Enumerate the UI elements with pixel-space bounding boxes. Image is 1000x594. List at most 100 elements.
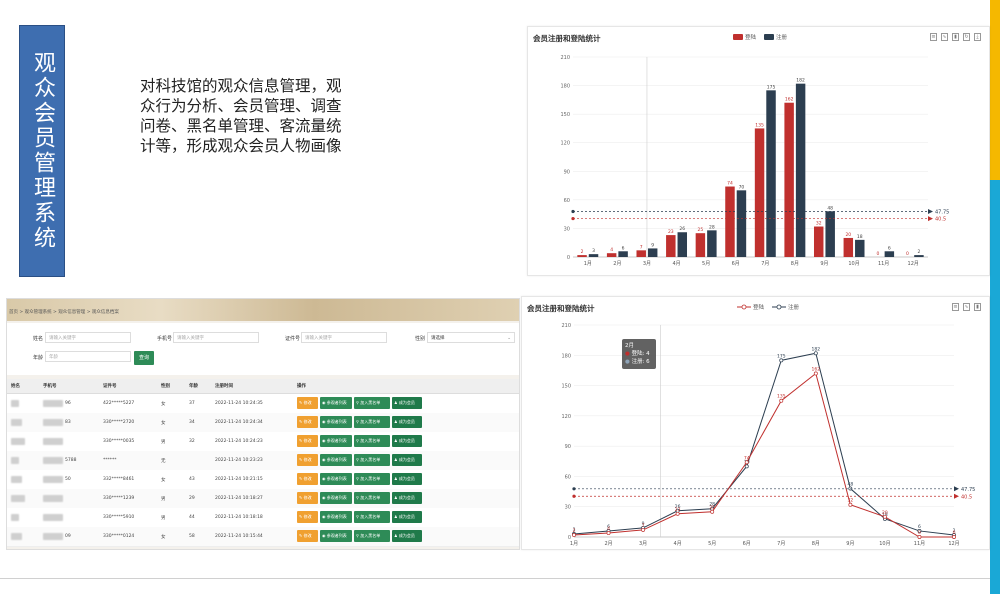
make-member-button[interactable]: ♟ 成为会员 <box>392 492 422 504</box>
cell-id: 332*****8461 <box>103 477 135 482</box>
system-description: 对科技馆的观众信息管理，观众行为分析、会员管理、调查问卷、黑名单管理、客流量统计… <box>140 77 342 155</box>
y-tick-label: 90 <box>565 444 571 450</box>
tooltip-login-text: 登陆: 4 <box>631 351 650 357</box>
visitor-list-button[interactable]: ◉ 参观者列表 <box>320 492 352 504</box>
blacklist-button[interactable]: ⚲ 加入黑名单 <box>354 530 390 542</box>
bar <box>636 250 646 257</box>
bar-value-label: 0 <box>876 251 879 257</box>
table-row: 330*****5910 男 44 2022-11-24 10:18:18 ✎ 修改 ◉ … <box>7 508 519 528</box>
visitor-list-button[interactable]: ◉ 参观者列表 <box>320 454 352 466</box>
edit-button[interactable]: ✎ 修改 <box>297 435 318 447</box>
visitor-list-button[interactable]: ◉ 参观者列表 <box>320 530 352 542</box>
cell-age: 32 <box>189 439 195 444</box>
tooltip-register-dot: ● <box>625 359 630 365</box>
blacklist-button[interactable]: ⚲ 加入黑名单 <box>354 397 390 409</box>
cell-phone-tail: 96 <box>65 401 71 406</box>
point-value-label: 182 <box>812 346 821 352</box>
bar-value-label: 3 <box>592 248 595 254</box>
y-tick-label: 30 <box>564 226 570 232</box>
bar-value-label: 162 <box>785 97 794 103</box>
tooltip-login-dot: ● <box>625 351 630 357</box>
tooltip-login: ● 登陆: 4 <box>625 350 653 358</box>
edit-button[interactable]: ✎ 修改 <box>297 511 318 523</box>
point-value-label: 0 <box>953 530 956 536</box>
visitor-list-button[interactable]: ◉ 参观者列表 <box>320 435 352 447</box>
edit-button[interactable]: ✎ 修改 <box>297 492 318 504</box>
point-value-label: 20 <box>882 510 888 516</box>
make-member-button[interactable]: ♟ 成为会员 <box>392 511 422 523</box>
blacklist-button[interactable]: ⚲ 加入黑名单 <box>354 435 390 447</box>
row-actions: ✎ 修改 ◉ 参观者列表 ⚲ 加入黑名单 ♟ 成为会员 <box>297 511 422 523</box>
visitor-list-button[interactable]: ◉ 参观者列表 <box>320 511 352 523</box>
edit-button[interactable]: ✎ 修改 <box>297 473 318 485</box>
cell-age: 37 <box>189 401 195 406</box>
x-tick-label: 11月 <box>914 541 925 547</box>
x-tick-label: 1月 <box>570 541 578 547</box>
visitor-list-button[interactable]: ◉ 参观者列表 <box>320 473 352 485</box>
line-chart-plot: 03060901201501802101月 2月 3月 4月 5月 6月 7月 8月 9月 10月… <box>561 323 975 547</box>
edit-button[interactable]: ✎ 修改 <box>297 454 318 466</box>
point-value-label: 162 <box>812 366 821 372</box>
make-member-button[interactable]: ♟ 成为会员 <box>392 473 422 485</box>
bar-chart-panel: 会员注册和登陆统计 登陆 注册 ≡ ∿ ▮ ↻ ⤓ 0 30 60 90 120 150 1… <box>527 26 990 276</box>
make-member-button[interactable]: ♟ 成为会员 <box>392 397 422 409</box>
make-member-button[interactable]: ♟ 成为会员 <box>392 454 422 466</box>
series-line <box>573 372 954 538</box>
blacklist-button[interactable]: ⚲ 加入黑名单 <box>354 473 390 485</box>
query-button[interactable]: 查询 <box>134 351 154 365</box>
y-tick-label: 150 <box>561 384 571 390</box>
blacklist-button[interactable]: ⚲ 加入黑名单 <box>354 492 390 504</box>
blacklist-button[interactable]: ⚲ 加入黑名单 <box>354 511 390 523</box>
point-value-label: 0 <box>918 530 921 536</box>
x-tick-label: 1月 <box>584 261 592 267</box>
redacted-name <box>11 495 25 502</box>
bar <box>843 237 854 257</box>
visitor-list-button[interactable]: ◉ 参观者列表 <box>320 397 352 409</box>
blacklist-button[interactable]: ⚲ 加入黑名单 <box>354 454 390 466</box>
edit-button[interactable]: ✎ 修改 <box>297 397 318 409</box>
bar <box>618 251 628 257</box>
bar <box>577 255 587 257</box>
bar-value-label: 26 <box>679 226 685 232</box>
table-header: 姓名 手机号 证件号 性别 年龄 注册时间 操作 <box>7 379 519 394</box>
cell-id: 330*****0124 <box>103 534 135 539</box>
id-input[interactable]: 请输入关键字 <box>301 332 387 343</box>
bar <box>677 232 688 257</box>
visitor-list-button[interactable]: ◉ 参观者列表 <box>320 416 352 428</box>
redacted-name <box>11 533 22 540</box>
redacted-name <box>11 400 19 407</box>
age-input[interactable]: 年龄 <box>45 351 131 362</box>
row-actions: ✎ 修改 ◉ 参观者列表 ⚲ 加入黑名单 ♟ 成为会员 <box>297 435 422 447</box>
phone-input[interactable]: 请输入关键字 <box>173 332 259 343</box>
markline-start-dot <box>571 209 575 214</box>
gender-select[interactable]: 请选择 ⌄ <box>427 332 515 343</box>
point-value-label: 23 <box>675 507 681 513</box>
bar <box>766 90 776 257</box>
x-tick-label: 10月 <box>848 261 859 267</box>
point-value-label: 6 <box>918 524 921 530</box>
cell-age: 43 <box>189 477 195 482</box>
markline-arrow <box>954 486 959 492</box>
bar-value-label: 2 <box>581 249 584 255</box>
redacted-phone <box>43 476 63 483</box>
x-tick-label: 7月 <box>761 261 769 267</box>
redacted-name <box>11 514 19 521</box>
point-value-label: 74 <box>744 455 750 461</box>
x-tick-label: 5月 <box>702 261 710 267</box>
name-input[interactable]: 请输入关键字 <box>45 332 131 343</box>
cell-register-time: 2022-11-24 10:24:23 <box>215 439 263 444</box>
markline-label: 40.5 <box>961 494 972 500</box>
make-member-button[interactable]: ♟ 成为会员 <box>392 416 422 428</box>
table-body: 96 422*****5227 女 37 2022-11-24 10:24:35 ✎ 修改… <box>7 394 519 549</box>
edit-button[interactable]: ✎ 修改 <box>297 530 318 542</box>
tooltip-register-text: 注册: 6 <box>631 359 650 365</box>
filter-bar: 姓名 请输入关键字 手机号 请输入关键字 证件号 请输入关键字 性别 请选择 ⌄… <box>7 323 519 375</box>
row-actions: ✎ 修改 ◉ 参观者列表 ⚲ 加入黑名单 ♟ 成为会员 <box>297 454 422 466</box>
edit-button[interactable]: ✎ 修改 <box>297 416 318 428</box>
make-member-button[interactable]: ♟ 成为会员 <box>392 435 422 447</box>
blacklist-button[interactable]: ⚲ 加入黑名单 <box>354 416 390 428</box>
table-row: 09 330*****0124 女 58 2022-11-24 10:15:44 ✎ 修改… <box>7 527 519 547</box>
y-tick-label: 120 <box>560 141 570 147</box>
x-tick-label: 12月 <box>908 261 919 267</box>
make-member-button[interactable]: ♟ 成为会员 <box>392 530 422 542</box>
